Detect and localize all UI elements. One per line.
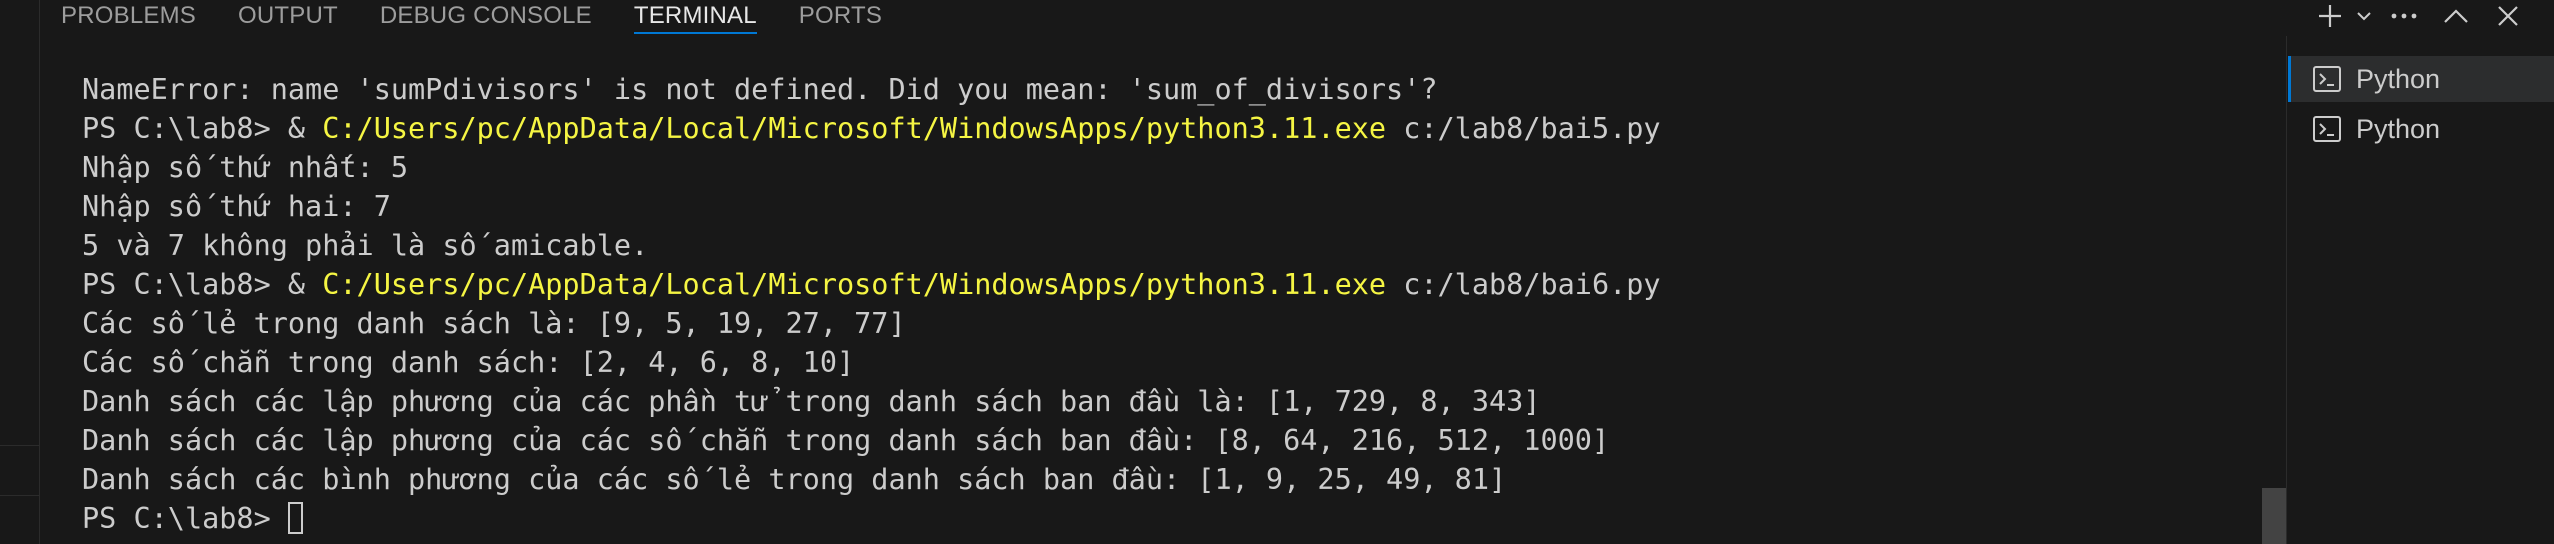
close-icon [2498, 6, 2518, 26]
terminal-line: Danh sách các bình phương của các số lẻ … [82, 460, 1661, 499]
terminal-prompt: PS C:\lab8> & [82, 112, 323, 145]
terminal-line: Các số chẵn trong danh sách: [2, 4, 6, 8… [82, 343, 1661, 382]
terminal-line: PS C:\lab8> [82, 499, 1661, 538]
tab-ports[interactable]: PORTS [778, 0, 903, 36]
terminal-script-argument: c:/lab8/bai5.py [1386, 112, 1661, 145]
terminal-line: NameError: name 'sumPdivisors' is not de… [82, 70, 1661, 109]
terminal-line: Các số lẻ trong danh sách là: [9, 5, 19,… [82, 304, 1661, 343]
terminal-output-text: Nhập số thứ hai: 7 [82, 190, 391, 223]
tab-output[interactable]: OUTPUT [217, 0, 359, 36]
chevron-down-icon [2357, 12, 2371, 21]
tab-terminal[interactable]: TERMINAL [613, 0, 778, 36]
terminal-line: Danh sách các lập phương của các phần tử… [82, 382, 1661, 421]
terminal-prompt: PS C:\lab8> [82, 502, 288, 535]
chevron-up-icon [2444, 9, 2468, 23]
terminal-output-text: Danh sách các lập phương của các phần tử… [82, 385, 1541, 418]
divider [0, 495, 39, 496]
terminal-icon [2312, 64, 2342, 94]
terminal-output-text: Danh sách các bình phương của các số lẻ … [82, 463, 1507, 496]
terminal-line: Nhập số thứ nhất: 5 [82, 148, 1661, 187]
ellipsis-icon [2391, 13, 2417, 19]
terminal-line: Danh sách các lập phương của các số chẵn… [82, 421, 1661, 460]
terminal-executable-path: C:/Users/pc/AppData/Local/Microsoft/Wind… [322, 268, 1387, 301]
terminal-output-text: NameError: name 'sumPdivisors' is not de… [82, 73, 1438, 106]
terminal-prompt: PS C:\lab8> & [82, 268, 323, 301]
vscode-panel: PROBLEMS OUTPUT DEBUG CONSOLE TERMINAL P… [0, 0, 2554, 544]
terminal-scrollbar[interactable] [2262, 488, 2286, 544]
terminal-list-item[interactable]: Python [2288, 106, 2554, 152]
terminal-output-text: 5 và 7 không phải là số amicable. [82, 229, 649, 262]
terminal-output[interactable]: NameError: name 'sumPdivisors' is not de… [82, 70, 1661, 538]
terminal-list-label: Python [2356, 63, 2441, 94]
terminal-script-argument: c:/lab8/bai6.py [1386, 268, 1661, 301]
divider [0, 445, 39, 446]
maximize-panel-button[interactable] [2430, 0, 2482, 32]
terminal-output-text: Danh sách các lập phương của các số chẵn… [82, 424, 1610, 457]
editor-edge-strip [0, 0, 40, 544]
terminal-cursor [287, 502, 303, 534]
plus-icon [2319, 5, 2341, 27]
terminal-output-text: Các số chẵn trong danh sách: [2, 4, 6, 8… [82, 346, 855, 379]
terminal-line: Nhập số thứ hai: 7 [82, 187, 1661, 226]
panel-actions [2310, 0, 2534, 32]
new-terminal-button[interactable] [2310, 0, 2350, 32]
close-panel-button[interactable] [2482, 0, 2534, 32]
panel-tab-bar: PROBLEMS OUTPUT DEBUG CONSOLE TERMINAL P… [40, 0, 903, 36]
tab-problems[interactable]: PROBLEMS [40, 0, 217, 36]
more-actions-button[interactable] [2378, 0, 2430, 32]
terminal-executable-path: C:/Users/pc/AppData/Local/Microsoft/Wind… [322, 112, 1387, 145]
terminal-line: PS C:\lab8> & C:/Users/pc/AppData/Local/… [82, 265, 1661, 304]
terminal-line: 5 và 7 không phải là số amicable. [82, 226, 1661, 265]
launch-profile-button[interactable] [2350, 0, 2378, 32]
terminal-list-label: Python [2356, 113, 2441, 144]
terminal-icon [2312, 114, 2342, 144]
terminal-output-text: Nhập số thứ nhất: 5 [82, 151, 409, 184]
tab-debug-console[interactable]: DEBUG CONSOLE [359, 0, 613, 36]
tab-terminal-label: TERMINAL [633, 0, 757, 34]
terminal-line: PS C:\lab8> & C:/Users/pc/AppData/Local/… [82, 109, 1661, 148]
terminal-list-item[interactable]: Python [2288, 56, 2554, 102]
terminal-output-text: Các số lẻ trong danh sách là: [9, 5, 19,… [82, 307, 906, 340]
